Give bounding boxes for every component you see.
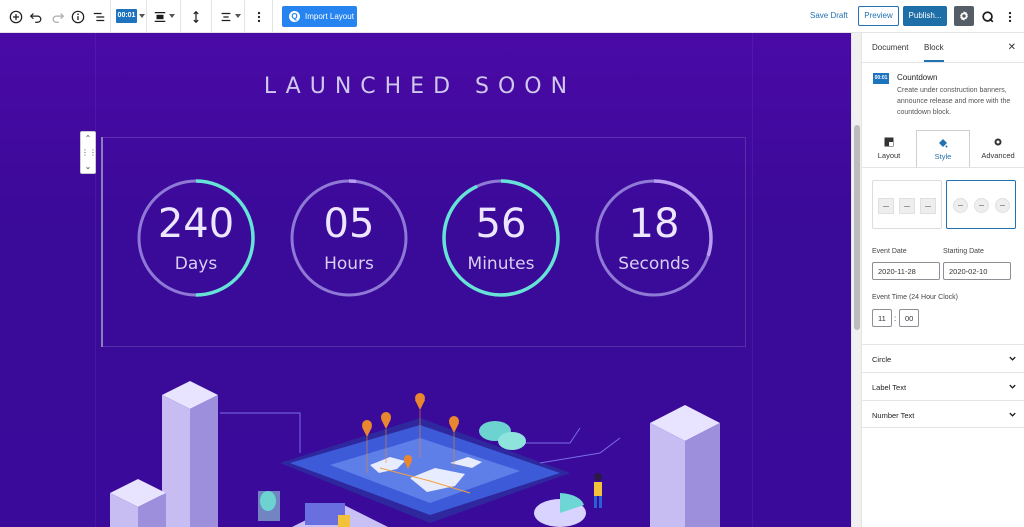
block-title: Countdown [897, 73, 938, 82]
import-layout-label: Import Layout [305, 12, 354, 21]
chevron-down-icon[interactable] [139, 14, 145, 18]
chevron-down-icon [1009, 412, 1016, 417]
close-icon[interactable]: ✕ [1008, 42, 1016, 53]
block-navigation-icon[interactable] [91, 9, 107, 25]
starting-date-field[interactable]: 2020-02-10 [943, 262, 1011, 280]
starting-date-label: Starting Date [943, 248, 984, 255]
world-map-illustration[interactable] [100, 353, 760, 527]
countdown-seconds: 18 Seconds [595, 179, 713, 297]
panel-circle[interactable]: Circle [862, 344, 1024, 372]
redo-icon[interactable] [50, 9, 66, 25]
undo-icon[interactable] [28, 9, 44, 25]
block-style-tabs: Layout Style Advanced [862, 130, 1024, 168]
tab-advanced[interactable]: Advanced [971, 130, 1024, 168]
settings-sidebar: Document Block ✕ 00:01 Countdown Create … [861, 33, 1024, 527]
block-description: Create under construction banners, annou… [897, 87, 1011, 116]
paint-bucket-icon [939, 139, 948, 148]
chevron-down-icon[interactable] [235, 14, 241, 18]
countdown-label: Minutes [467, 254, 535, 274]
gear-icon [994, 138, 1002, 146]
preview-button[interactable]: Preview [858, 6, 899, 26]
toolbar-divider [211, 0, 212, 32]
layout-option-square[interactable] [872, 180, 942, 229]
align-center-icon[interactable] [152, 9, 168, 25]
tab-document[interactable]: Document [872, 43, 908, 52]
import-layout-button[interactable]: Q Import Layout [282, 6, 357, 27]
countdown-hours: 05 Hours [290, 179, 408, 297]
move-down-icon[interactable]: ⌄ [81, 160, 95, 174]
panel-number-text-label: Number Text [872, 411, 915, 420]
scrollbar-thumb[interactable] [854, 125, 860, 330]
more-options-icon[interactable] [251, 9, 267, 25]
tab-block[interactable]: Block [924, 43, 944, 62]
tab-advanced-label: Advanced [981, 151, 1015, 160]
more-menu-icon[interactable] [1002, 9, 1018, 25]
time-separator: : [894, 314, 897, 323]
event-date-field[interactable]: 2020-11-28 [872, 262, 940, 280]
layout-icon [884, 137, 894, 147]
panel-number-text[interactable]: Number Text [862, 400, 1024, 428]
countdown-minutes: 56 Minutes [442, 179, 560, 297]
move-up-icon[interactable]: ⌃ [81, 132, 95, 146]
tab-layout-label: Layout [877, 151, 901, 160]
canvas-scrollbar[interactable] [851, 33, 861, 527]
tabs-divider [862, 167, 1024, 168]
chevron-down-icon [1009, 384, 1016, 389]
qubely-logo-icon: Q [289, 11, 300, 22]
sidebar-tabs: Document Block ✕ [862, 33, 1024, 63]
content-guide-line [95, 33, 96, 527]
countdown-number: 05 [323, 201, 375, 247]
hour-field[interactable]: 11 [872, 309, 892, 327]
countdown-label: Seconds [618, 254, 690, 274]
tab-style-label: Style [934, 152, 952, 161]
text-align-icon[interactable] [218, 9, 234, 25]
event-time-label: Event Time (24 Hour Clock) [872, 294, 958, 301]
countdown-number: 56 [475, 201, 527, 247]
countdown-days: 240 Days [137, 179, 255, 297]
vertical-height-icon[interactable] [188, 9, 204, 25]
chevron-down-icon[interactable] [169, 14, 175, 18]
countdown-block-chip[interactable]: 00:01 [116, 9, 137, 23]
add-block-icon[interactable] [8, 9, 24, 25]
minute-field[interactable]: 00 [899, 309, 919, 327]
editor-canvas: LAUNCHED SOON ⌃ ⋮⋮ ⌄ 240 Days 05 Hours 5… [0, 33, 851, 527]
settings-button[interactable] [954, 6, 974, 26]
countdown-block-icon: 00:01 [873, 73, 889, 84]
panel-circle-label: Circle [872, 355, 892, 364]
toolbar-divider [272, 0, 273, 32]
tab-style[interactable]: Style [916, 130, 970, 168]
gear-icon [960, 11, 968, 21]
panel-label-text-label: Label Text [872, 383, 907, 392]
layout-option-circle[interactable] [946, 180, 1016, 229]
toolbar-divider [180, 0, 181, 32]
countdown-label: Hours [324, 254, 374, 274]
countdown-number: 18 [628, 201, 680, 247]
tab-layout[interactable]: Layout [862, 130, 916, 168]
panel-label-text[interactable]: Label Text [862, 372, 1024, 400]
toolbar-divider [146, 0, 147, 32]
qubely-icon[interactable] [980, 9, 996, 25]
toolbar-divider [110, 0, 111, 32]
publish-button[interactable]: Publish... [903, 6, 947, 26]
save-draft-link[interactable]: Save Draft [810, 11, 848, 20]
toolbar-divider [244, 0, 245, 32]
block-selection-indicator [101, 137, 103, 347]
countdown-number: 240 [157, 201, 235, 247]
event-date-label: Event Date [872, 248, 907, 255]
editor-toolbar: 00:01 Q Import Layout Save Draft Preview… [0, 0, 1024, 33]
block-mover: ⌃ ⋮⋮ ⌄ [80, 131, 97, 174]
drag-handle-icon[interactable]: ⋮⋮ [81, 146, 97, 160]
launch-heading[interactable]: LAUNCHED SOON [0, 74, 840, 99]
chevron-down-icon [1009, 356, 1016, 361]
info-icon[interactable] [70, 9, 86, 25]
countdown-label: Days [174, 254, 218, 274]
